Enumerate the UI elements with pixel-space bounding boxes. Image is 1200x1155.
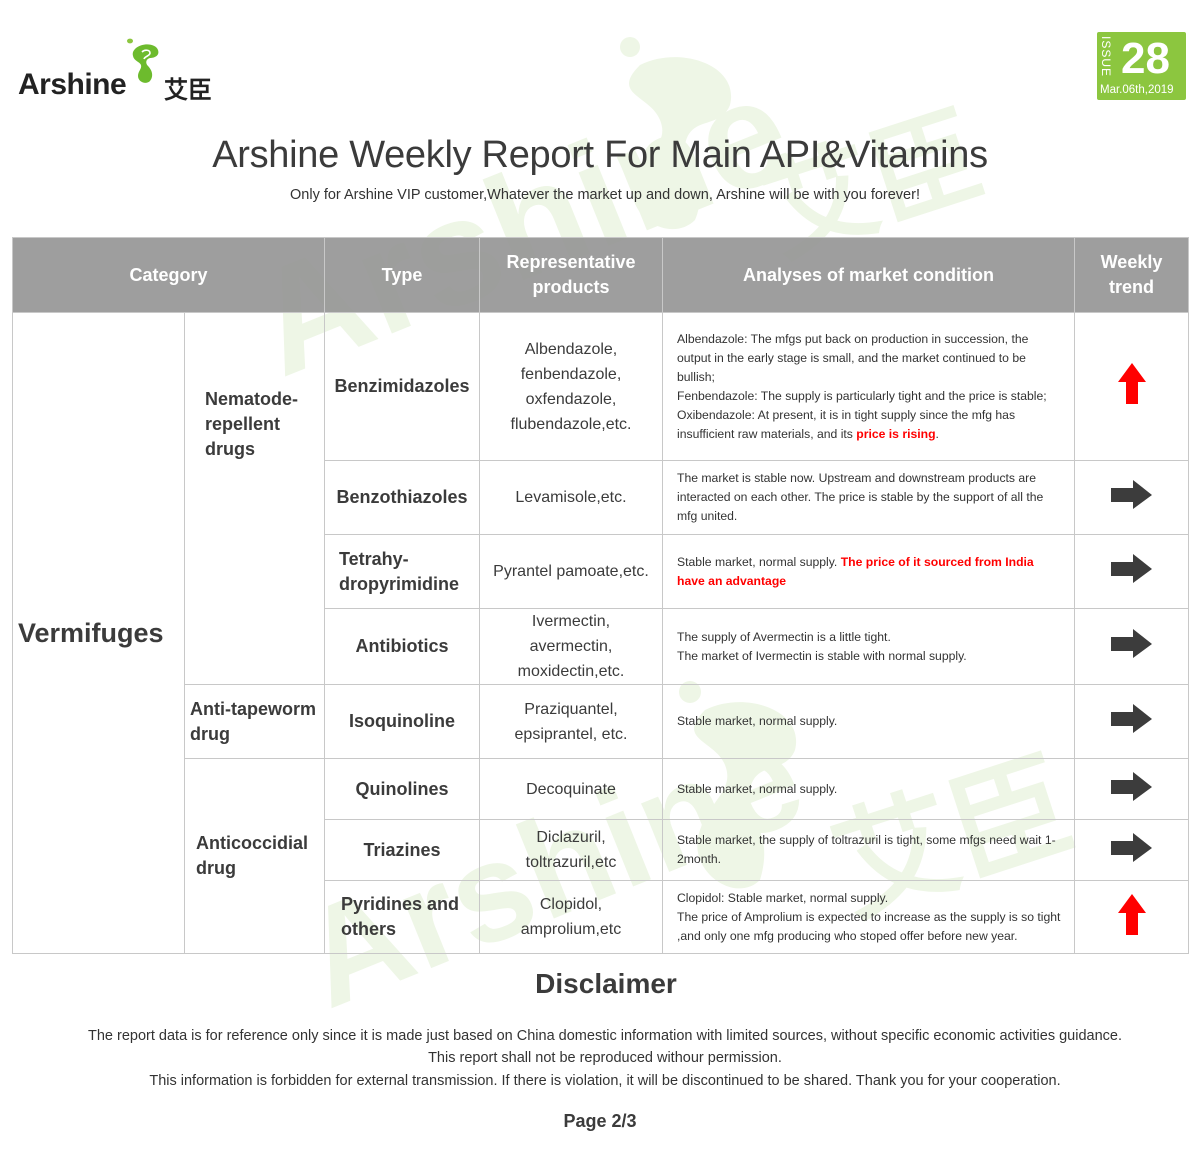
- analysis-cell: Clopidol: Stable market, normal supply. T…: [662, 880, 1075, 954]
- disclaimer-line: This report shall not be reproduced with…: [428, 1050, 782, 1066]
- trend-cell: [1074, 880, 1189, 954]
- report-table: Category Type Representative products An…: [12, 237, 1189, 954]
- header-trend: Weekly trend: [1074, 237, 1189, 313]
- page-subtitle: Only for Arshine VIP customer,Whatever t…: [290, 187, 920, 203]
- trend-flat-arrow-icon: [1110, 629, 1152, 658]
- subcategory-coccidial: Anticoccidial drug: [184, 758, 325, 954]
- logo-chinese-name: 艾臣: [164, 77, 212, 104]
- disclaimer-title: Disclaimer: [535, 968, 677, 999]
- analysis-paragraph: Stable market, normal supply.: [677, 781, 838, 796]
- header-category: Category: [12, 237, 325, 313]
- trend-cell: [1074, 758, 1189, 820]
- subcategory-tapeworm: Anti-tapeworm drug: [184, 684, 325, 759]
- analysis-paragraph: Clopidol: Stable market, normal supply.: [677, 890, 889, 905]
- products-cell: Levamisole,etc.: [479, 460, 663, 535]
- analysis-paragraph: The supply of Avermectin is a little tig…: [677, 629, 891, 644]
- products-cell: Clopidol, amprolium,etc: [479, 880, 663, 954]
- table-row: Vermifuges Nematode-repellent drugs Benz…: [12, 312, 1189, 954]
- analysis-paragraph: Stable market, the supply of toltrazuril…: [677, 833, 1056, 866]
- type-cell: Benzothiazoles: [324, 460, 480, 535]
- page-title: Arshine Weekly Report For Main API&Vitam…: [212, 134, 988, 176]
- analysis-cell: The supply of Avermectin is a little tig…: [662, 608, 1075, 685]
- analysis-paragraph: Oxibendazole: At present, it is in tight…: [677, 407, 1016, 441]
- analysis-paragraph: The price of Amprolium is expected to in…: [677, 909, 1061, 943]
- trend-up-arrow-icon: [1117, 363, 1146, 404]
- trend-cell: [1074, 460, 1189, 535]
- products-cell: Ivermectin, avermectin, moxidectin,etc.: [479, 608, 663, 685]
- trend-flat-arrow-icon: [1110, 771, 1152, 801]
- table-row: Anti-tapeworm drug Isoquinoline Praziqua…: [13, 684, 1189, 759]
- analysis-cell: Stable market, normal supply.: [662, 758, 1075, 820]
- arshine-logo: Arshine 艾臣: [18, 38, 218, 104]
- analysis-highlight: price is rising: [856, 426, 936, 441]
- type-cell: Antibiotics: [324, 608, 480, 685]
- disclaimer-line: The report data is for reference only si…: [87, 1028, 1123, 1044]
- trend-cell: [1074, 534, 1189, 609]
- products-cell: Albendazole, fenbendazole, oxfendazole, …: [479, 312, 663, 461]
- header-type: Type: [324, 237, 480, 313]
- issue-label: ISSUE: [1099, 36, 1113, 78]
- issue-number: 28: [1121, 34, 1170, 83]
- analysis-paragraph: Stable market, normal supply.: [677, 714, 838, 728]
- type-cell: Pyridines and others: [324, 880, 480, 954]
- header-products: Representative products: [479, 237, 663, 313]
- type-cell: Benzimidazoles: [324, 312, 480, 461]
- analysis-cell: Stable market, normal supply.: [662, 684, 1075, 759]
- subcategory-nematode: Nematode-repellent drugs: [184, 312, 325, 685]
- issue-date: Mar.06th,2019: [1100, 84, 1174, 96]
- analysis-paragraph: The market of Ivermectin is stable with …: [677, 648, 967, 663]
- trend-flat-arrow-icon: [1110, 832, 1152, 862]
- analysis-cell: Stable market, normal supply. The price …: [662, 534, 1075, 609]
- products-cell: Diclazuril, toltrazuril,etc: [479, 819, 663, 881]
- type-cell: Triazines: [324, 819, 480, 881]
- analysis-cell: Stable market, the supply of toltrazuril…: [662, 819, 1075, 881]
- logo-wordmark: Arshine: [18, 68, 127, 101]
- analysis-paragraph: The market is stable now. Upstream and d…: [677, 471, 1044, 523]
- table-header-row: Category Type Representative products An…: [12, 237, 1189, 313]
- disclaimer-line: This information is forbidden for extern…: [149, 1073, 1061, 1089]
- analysis-paragraph: Stable market, normal supply. The price …: [677, 554, 1034, 588]
- products-cell: Praziquantel, epsiprantel, etc.: [479, 684, 663, 759]
- category-vermifuges: Vermifuges: [12, 312, 185, 954]
- trend-cell: [1074, 684, 1189, 759]
- analysis-paragraph: Albendazole: The mfgs put back on produc…: [677, 331, 1029, 384]
- trend-flat-arrow-icon: [1110, 554, 1152, 583]
- trend-flat-arrow-icon: [1110, 480, 1152, 509]
- trend-cell: [1074, 312, 1189, 461]
- analysis-cell: Albendazole: The mfgs put back on produc…: [662, 312, 1075, 461]
- analysis-cell: The market is stable now. Upstream and d…: [662, 460, 1075, 535]
- trend-cell: [1074, 819, 1189, 881]
- page-number: Page 2/3: [563, 1111, 637, 1131]
- type-cell: Tetrahy-dropyrimidine: [324, 534, 480, 609]
- analysis-paragraph: Fenbendazole: The supply is particularly…: [677, 388, 1047, 403]
- products-cell: Decoquinate: [479, 758, 663, 820]
- analysis-highlight: The price of it sourced from India have …: [677, 554, 1034, 588]
- trend-flat-arrow-icon: [1110, 704, 1152, 733]
- trend-up-arrow-icon: [1117, 893, 1146, 935]
- type-cell: Isoquinoline: [324, 684, 480, 759]
- header-analysis: Analyses of market condition: [662, 237, 1075, 313]
- issue-badge: ISSUE 28 Mar.06th,2019: [1097, 32, 1186, 100]
- type-cell: Quinolines: [324, 758, 480, 820]
- table-row: Anticoccidial drug Quinolines Decoquinat…: [13, 758, 1189, 954]
- products-cell: Pyrantel pamoate,etc.: [479, 534, 663, 609]
- trend-cell: [1074, 608, 1189, 685]
